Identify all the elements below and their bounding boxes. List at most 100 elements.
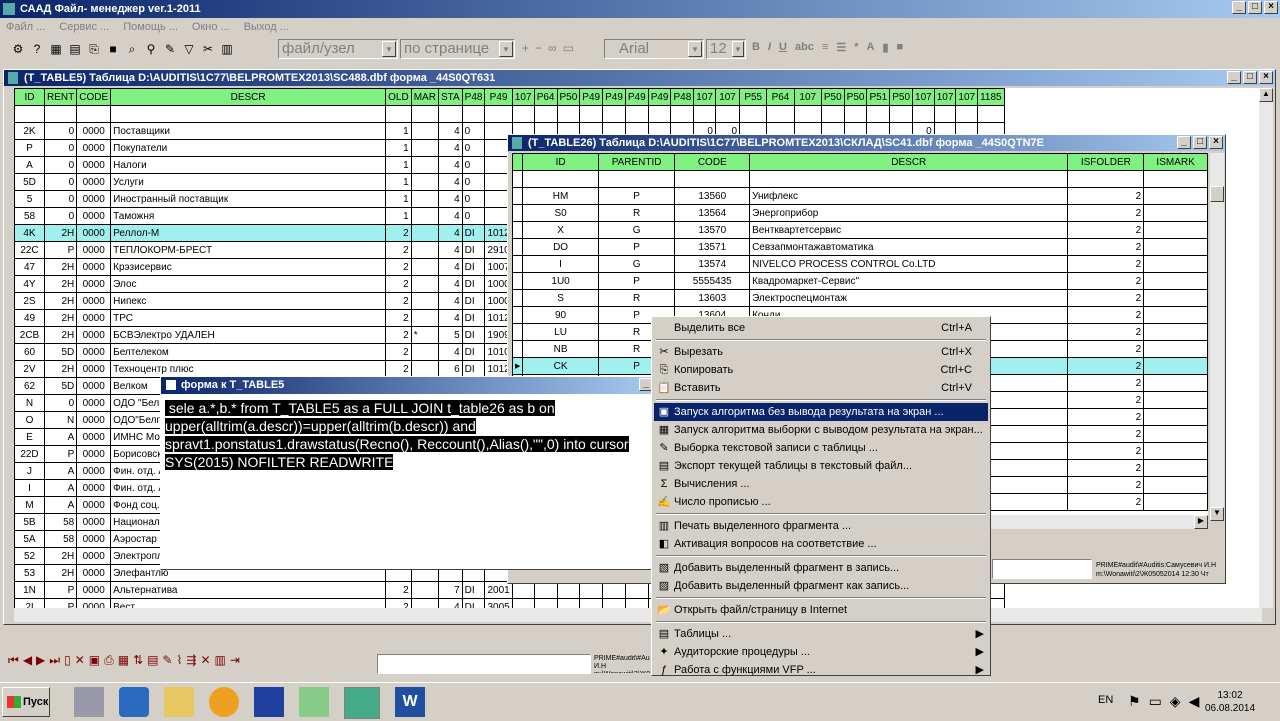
cell[interactable] bbox=[410, 258, 439, 276]
cell[interactable]: 0 bbox=[461, 173, 486, 191]
cell[interactable]: 4 bbox=[437, 122, 463, 140]
close-button[interactable]: × bbox=[1264, 1, 1278, 14]
cell[interactable] bbox=[410, 343, 439, 361]
cell[interactable]: P bbox=[43, 581, 78, 599]
cell[interactable]: 2 bbox=[1067, 255, 1145, 273]
cell[interactable]: 2 bbox=[385, 224, 412, 242]
cell[interactable] bbox=[1143, 442, 1208, 460]
cell[interactable] bbox=[693, 105, 716, 123]
scope-select[interactable]: по странице ▼ bbox=[400, 39, 515, 59]
cell[interactable]: 0000 bbox=[76, 445, 112, 463]
cell[interactable]: A bbox=[43, 496, 78, 514]
print-icon[interactable]: ⎙ bbox=[104, 653, 114, 671]
cell[interactable] bbox=[912, 105, 935, 123]
cell[interactable]: 0 bbox=[461, 207, 486, 225]
books-icon[interactable] bbox=[344, 687, 380, 719]
cell[interactable]: 0000 bbox=[76, 241, 112, 259]
cell[interactable]: DI bbox=[461, 258, 486, 276]
cell[interactable] bbox=[597, 170, 676, 188]
cell[interactable]: E bbox=[14, 428, 45, 446]
sql-editor[interactable]: sele a.*,b.* from T_TABLE5 as a FULL JOI… bbox=[165, 399, 655, 471]
monitor-icon[interactable]: ▭ bbox=[1149, 693, 1162, 710]
cell[interactable]: 5D bbox=[14, 173, 45, 191]
cell[interactable]: 1 bbox=[385, 139, 412, 157]
cell[interactable]: 0000 bbox=[76, 513, 112, 531]
table-row[interactable]: DO P 13571 Севзапмонтажавтоматика 2 bbox=[512, 238, 1208, 256]
cell[interactable]: 4K bbox=[14, 224, 45, 242]
cell[interactable] bbox=[556, 598, 581, 608]
cell[interactable]: P bbox=[43, 445, 78, 463]
col-header[interactable]: P49 bbox=[579, 88, 604, 106]
cell[interactable]: 2 bbox=[385, 343, 412, 361]
cell[interactable]: 13570 bbox=[674, 221, 751, 239]
link-icon[interactable]: ∞ bbox=[548, 41, 557, 55]
cell[interactable] bbox=[410, 598, 439, 608]
cell[interactable]: P bbox=[597, 187, 676, 205]
cell[interactable]: 0 bbox=[461, 122, 486, 140]
grid-view-icon[interactable]: ▦ bbox=[118, 653, 129, 671]
users-icon[interactable]: ⚙ bbox=[10, 41, 26, 57]
cell[interactable]: 0 bbox=[43, 207, 78, 225]
cell[interactable]: P bbox=[14, 139, 45, 157]
cell[interactable]: NIVELCO PROCESS CONTROL Co.LTD bbox=[749, 255, 1069, 273]
cell[interactable] bbox=[647, 105, 672, 123]
minus-icon[interactable]: − bbox=[535, 41, 542, 55]
cell[interactable] bbox=[739, 105, 768, 123]
cell[interactable]: 13560 bbox=[674, 187, 751, 205]
cell[interactable]: Таможня bbox=[110, 207, 387, 225]
col-header[interactable]: 107 bbox=[693, 88, 716, 106]
cell[interactable] bbox=[749, 170, 1069, 188]
cell[interactable]: 4 bbox=[437, 224, 463, 242]
cell[interactable] bbox=[1143, 204, 1208, 222]
cell[interactable]: CK bbox=[522, 357, 599, 375]
cell[interactable] bbox=[977, 105, 1005, 123]
cell[interactable] bbox=[889, 105, 914, 123]
cell[interactable]: 13564 bbox=[674, 204, 751, 222]
fill-icon[interactable]: ▮ bbox=[882, 41, 888, 54]
cell[interactable]: 0000 bbox=[76, 360, 112, 378]
cell[interactable]: 58 bbox=[14, 207, 45, 225]
cell[interactable]: DI bbox=[461, 326, 486, 344]
col-header[interactable]: ID bbox=[522, 153, 599, 171]
cell[interactable]: DI bbox=[461, 309, 486, 327]
col-header[interactable]: ID bbox=[14, 88, 45, 106]
cell[interactable]: 60 bbox=[14, 343, 45, 361]
col-header[interactable]: 107 bbox=[511, 88, 535, 106]
cell[interactable]: 0000 bbox=[76, 173, 112, 191]
cell[interactable]: 1 bbox=[385, 173, 412, 191]
last-record-icon[interactable]: ⏭ bbox=[49, 653, 60, 671]
win1-maximize-button[interactable]: □ bbox=[1243, 71, 1257, 84]
copy-icon[interactable]: ⎘ bbox=[86, 41, 102, 57]
cell[interactable]: Электроспецмонтаж bbox=[749, 289, 1069, 307]
exit-icon[interactable]: ⇥ bbox=[230, 653, 240, 671]
bold-icon[interactable]: B bbox=[752, 41, 760, 54]
cell[interactable] bbox=[1143, 493, 1208, 511]
cell[interactable]: 4 bbox=[437, 207, 463, 225]
cell[interactable]: X bbox=[522, 221, 599, 239]
cell[interactable] bbox=[14, 105, 45, 123]
cell[interactable]: 2 bbox=[1067, 221, 1145, 239]
cell[interactable]: 5B bbox=[14, 513, 45, 531]
context-menu-item[interactable]: ✦ Аудиторские процедуры ... ▶ bbox=[654, 643, 988, 661]
cell[interactable] bbox=[556, 581, 581, 599]
cell[interactable]: 2 bbox=[385, 581, 412, 599]
mode-select[interactable]: файл/узел ▼ bbox=[278, 39, 398, 59]
scroll-right-icon[interactable]: ▶ bbox=[1194, 515, 1208, 529]
maximize-button[interactable]: □ bbox=[1248, 1, 1262, 14]
cell[interactable]: 2 bbox=[1067, 289, 1145, 307]
context-menu-item[interactable]: ▥ Печать выделенного фрагмента ... bbox=[654, 517, 988, 535]
cell[interactable]: 2 bbox=[385, 241, 412, 259]
cell[interactable] bbox=[410, 207, 439, 225]
col-header[interactable]: P49 bbox=[602, 88, 626, 106]
cell[interactable]: 0 bbox=[43, 394, 78, 412]
start-button[interactable]: Пуск bbox=[2, 687, 50, 717]
scroll-up-icon[interactable]: ▲ bbox=[1259, 88, 1273, 102]
cell[interactable] bbox=[1143, 340, 1208, 358]
wand-icon[interactable]: ⌇ bbox=[177, 653, 183, 671]
cell[interactable]: G bbox=[597, 221, 676, 239]
cell[interactable] bbox=[511, 105, 535, 123]
cell[interactable] bbox=[410, 224, 439, 242]
cell[interactable]: 2H bbox=[43, 292, 78, 310]
table-row[interactable]: S0 R 13564 Энергоприбор 2 bbox=[512, 204, 1208, 222]
win1-hscroll[interactable] bbox=[14, 608, 1262, 622]
